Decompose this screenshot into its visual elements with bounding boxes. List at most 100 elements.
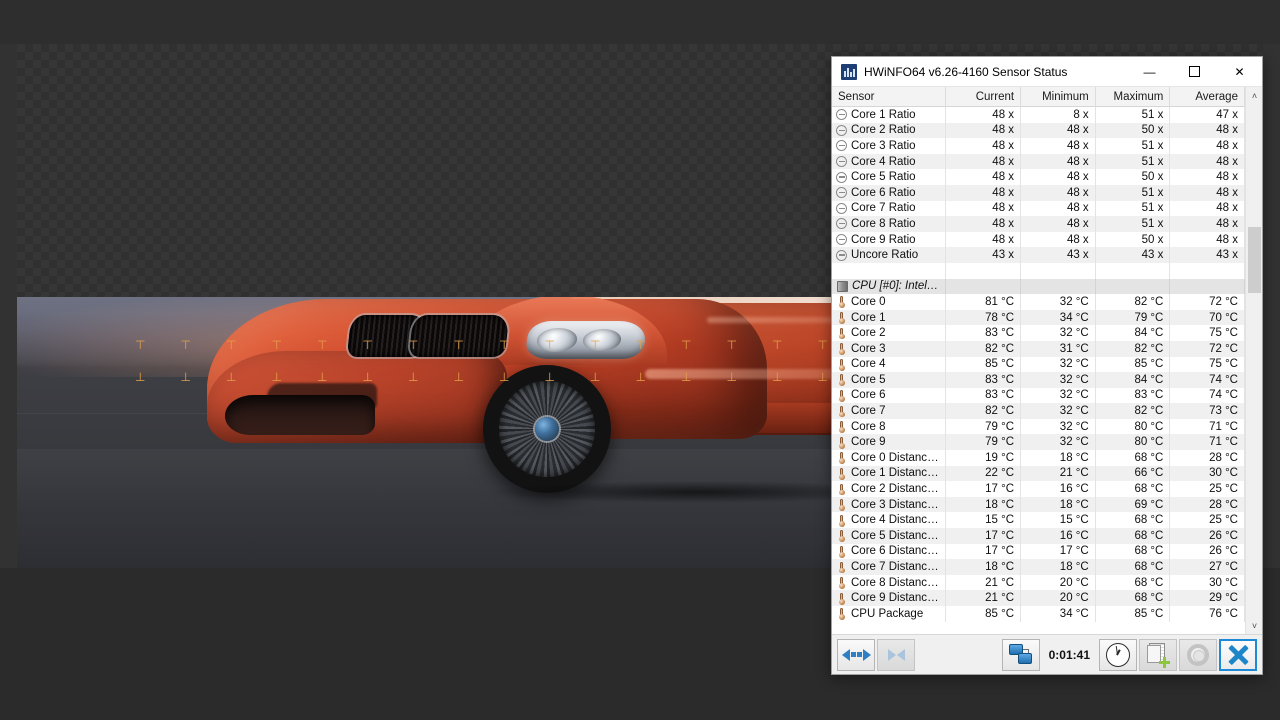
maximum-value-cell: 51 x xyxy=(1096,154,1171,170)
close-button[interactable]: ✕ xyxy=(1217,57,1262,87)
table-row[interactable]: Core 8 Ratio48 x48 x51 x48 x xyxy=(832,216,1245,232)
table-row[interactable]: Core 3 Distance to …18 °C18 °C69 °C28 °C xyxy=(832,497,1245,513)
table-row[interactable]: Core 9 Distance to …21 °C20 °C68 °C29 °C xyxy=(832,590,1245,606)
average-value-cell: 25 °C xyxy=(1170,512,1245,528)
minimize-button[interactable]: — xyxy=(1127,57,1172,87)
table-row[interactable]: Core 178 °C34 °C79 °C70 °C xyxy=(832,310,1245,326)
table-row[interactable]: Core 8 Distance to …21 °C20 °C68 °C30 °C xyxy=(832,575,1245,591)
average-value-cell: 48 x xyxy=(1170,216,1245,232)
sensor-group-header[interactable]: CPU [#0]: Intel Cor… xyxy=(832,279,1245,295)
table-row[interactable]: Core 979 °C32 °C80 °C71 °C xyxy=(832,434,1245,450)
table-row[interactable] xyxy=(832,263,1245,279)
preferences-button[interactable] xyxy=(1179,639,1217,671)
window-titlebar[interactable]: HWiNFO64 v6.26-4160 Sensor Status — ✕ xyxy=(832,57,1262,87)
average-value-cell: 73 °C xyxy=(1170,403,1245,419)
column-header-sensor[interactable]: Sensor xyxy=(832,87,946,107)
minimum-value-cell: 48 x xyxy=(1021,123,1096,139)
table-row[interactable]: Core 7 Distance to …18 °C18 °C68 °C27 °C xyxy=(832,559,1245,575)
table-row[interactable]: CPU Package85 °C34 °C85 °C76 °C xyxy=(832,606,1245,622)
table-row[interactable]: Core 782 °C32 °C82 °C73 °C xyxy=(832,403,1245,419)
table-row[interactable]: Core 6 Ratio48 x48 x51 x48 x xyxy=(832,185,1245,201)
table-row[interactable]: Core 583 °C32 °C84 °C74 °C xyxy=(832,372,1245,388)
sensor-label: CPU [#0]: Intel Cor… xyxy=(852,280,939,292)
table-row[interactable]: Core 5 Ratio48 x48 x50 x48 x xyxy=(832,169,1245,185)
table-row[interactable]: Core 1 Ratio48 x8 x51 x47 x xyxy=(832,107,1245,123)
table-row[interactable]: Core 683 °C32 °C83 °C74 °C xyxy=(832,388,1245,404)
sensor-name-cell: Core 5 Ratio xyxy=(832,169,946,185)
table-row[interactable]: Core 485 °C32 °C85 °C75 °C xyxy=(832,357,1245,373)
maximum-value-cell: 80 °C xyxy=(1096,419,1171,435)
temp-icon xyxy=(836,312,847,323)
table-row[interactable]: Core 283 °C32 °C84 °C75 °C xyxy=(832,325,1245,341)
scroll-down-arrow-icon[interactable]: ˅ xyxy=(1246,617,1262,634)
sensor-label: Core 5 xyxy=(851,374,886,386)
current-value-cell: 18 °C xyxy=(946,559,1021,575)
maximum-value-cell: 84 °C xyxy=(1096,372,1171,388)
current-value-cell: 48 x xyxy=(946,216,1021,232)
table-row[interactable]: Core 3 Ratio48 x48 x51 x48 x xyxy=(832,138,1245,154)
table-row[interactable]: Core 081 °C32 °C82 °C72 °C xyxy=(832,294,1245,310)
maximum-value-cell: 82 °C xyxy=(1096,403,1171,419)
close-sensors-button[interactable] xyxy=(1219,639,1257,671)
current-value-cell: 48 x xyxy=(946,123,1021,139)
minimum-value-cell: 32 °C xyxy=(1021,434,1096,450)
average-value-cell: 76 °C xyxy=(1170,606,1245,622)
current-value-cell: 82 °C xyxy=(946,403,1021,419)
temp-icon xyxy=(836,530,847,541)
table-row[interactable]: Core 2 Distance to …17 °C16 °C68 °C25 °C xyxy=(832,481,1245,497)
maximum-value-cell xyxy=(1096,279,1171,295)
table-row[interactable]: Core 1 Distance to …22 °C21 °C66 °C30 °C xyxy=(832,466,1245,482)
table-row[interactable]: Core 879 °C32 °C80 °C71 °C xyxy=(832,419,1245,435)
column-header-average[interactable]: Average xyxy=(1170,87,1245,107)
table-row[interactable]: Core 2 Ratio48 x48 x50 x48 x xyxy=(832,123,1245,139)
car-front-wheel xyxy=(483,365,611,493)
minimum-value-cell: 32 °C xyxy=(1021,388,1096,404)
current-value-cell: 22 °C xyxy=(946,466,1021,482)
screen: ⊤⊤⊤⊤⊤⊤⊤⊤⊤⊤⊤⊤⊤⊤⊤⊤⊥⊥⊥⊥⊥⊥⊥⊥⊥⊥⊥⊥⊥⊥⊥⊥ HWiNFO6… xyxy=(0,0,1280,720)
sensor-label: Core 8 xyxy=(851,421,886,433)
ratio-icon xyxy=(836,187,847,198)
maximize-button[interactable] xyxy=(1172,57,1217,87)
sensor-name-cell: Core 1 Ratio xyxy=(832,107,946,123)
logging-interval-button[interactable] xyxy=(1099,639,1137,671)
maximum-value-cell: 66 °C xyxy=(1096,466,1171,482)
sensor-label: Core 1 Distance to … xyxy=(851,467,939,479)
table-row[interactable]: Uncore Ratio43 x43 x43 x43 x xyxy=(832,247,1245,263)
current-value-cell: 18 °C xyxy=(946,497,1021,513)
table-row[interactable]: Core 4 Distance to …15 °C15 °C68 °C25 °C xyxy=(832,512,1245,528)
table-row[interactable]: Core 7 Ratio48 x48 x51 x48 x xyxy=(832,201,1245,217)
average-value-cell: 28 °C xyxy=(1170,497,1245,513)
table-row[interactable]: Core 6 Distance to …17 °C17 °C68 °C26 °C xyxy=(832,544,1245,560)
column-header-minimum[interactable]: Minimum xyxy=(1021,87,1096,107)
minimum-value-cell: 15 °C xyxy=(1021,512,1096,528)
sensor-name-cell: Core 2 xyxy=(832,325,946,341)
current-value-cell: 79 °C xyxy=(946,419,1021,435)
scroll-up-arrow-icon[interactable]: ˄ xyxy=(1246,87,1262,104)
maximum-value-cell: 68 °C xyxy=(1096,590,1171,606)
sensor-name-cell: Core 4 Distance to … xyxy=(832,512,946,528)
expand-all-button[interactable] xyxy=(837,639,875,671)
table-row[interactable]: Core 0 Distance to …19 °C18 °C68 °C28 °C xyxy=(832,450,1245,466)
vertical-scrollbar[interactable]: ˄ ˅ xyxy=(1245,87,1262,634)
car-air-intake xyxy=(225,395,375,435)
average-value-cell: 74 °C xyxy=(1170,388,1245,404)
sensor-settings-button[interactable] xyxy=(1002,639,1040,671)
column-header-maximum[interactable]: Maximum xyxy=(1096,87,1171,107)
maximum-value-cell: 68 °C xyxy=(1096,512,1171,528)
table-row[interactable]: Core 382 °C31 °C82 °C72 °C xyxy=(832,341,1245,357)
gear-icon xyxy=(1187,644,1209,666)
temp-icon xyxy=(836,546,847,557)
new-report-button[interactable] xyxy=(1139,639,1177,671)
table-row[interactable]: Core 9 Ratio48 x48 x50 x48 x xyxy=(832,232,1245,248)
column-header-current[interactable]: Current xyxy=(946,87,1021,107)
collapse-all-button[interactable] xyxy=(877,639,915,671)
current-value-cell: 48 x xyxy=(946,185,1021,201)
minimum-value-cell: 16 °C xyxy=(1021,481,1096,497)
current-value-cell: 82 °C xyxy=(946,341,1021,357)
table-row[interactable]: Core 5 Distance to …17 °C16 °C68 °C26 °C xyxy=(832,528,1245,544)
table-row[interactable]: Core 4 Ratio48 x48 x51 x48 x xyxy=(832,154,1245,170)
scrollbar-thumb[interactable] xyxy=(1248,227,1261,293)
window-title: HWiNFO64 v6.26-4160 Sensor Status xyxy=(864,65,1127,79)
sensor-label: Core 9 xyxy=(851,436,886,448)
maximum-value-cell: 50 x xyxy=(1096,169,1171,185)
